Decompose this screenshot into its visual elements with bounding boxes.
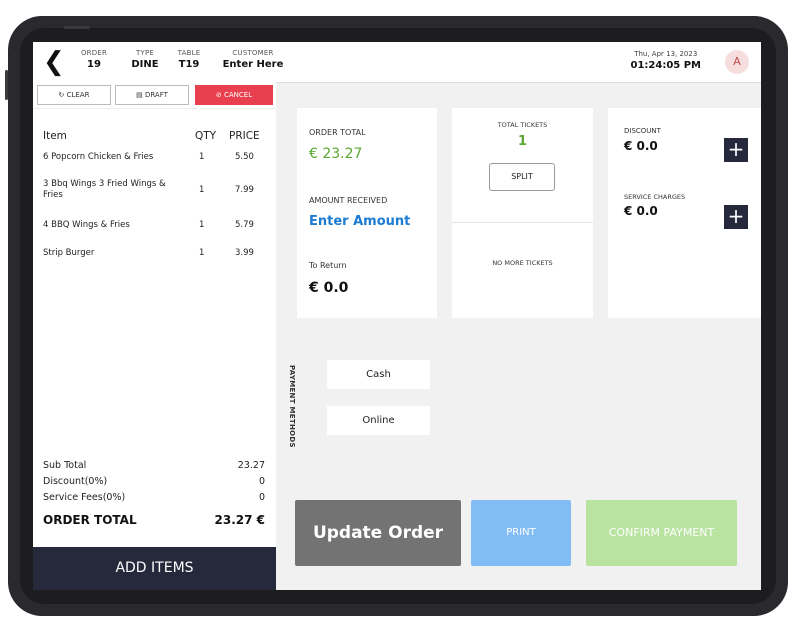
item-price: 3.99 <box>235 248 254 258</box>
online-button[interactable]: Online <box>327 406 430 435</box>
discount-label: Discount(0%) <box>43 476 108 487</box>
qty-column-header: QTY <box>195 130 217 142</box>
order-type: TYPE DINE <box>125 49 165 70</box>
total-tickets-count: 1 <box>517 134 528 149</box>
side-button <box>5 70 8 100</box>
discount-row: Discount(0%) 0 <box>43 476 265 487</box>
date-text: Thu, Apr 13, 2023 <box>634 50 698 58</box>
total-tickets-label: TOTAL TICKETS <box>497 121 548 129</box>
order-total-value: 23.27 € <box>214 513 265 527</box>
time-text: 01:24:05 PM <box>630 60 701 71</box>
item-price: 7.99 <box>235 185 254 195</box>
items-header: Item QTY PRICE <box>43 130 263 142</box>
service-fees-value: 0 <box>258 492 265 503</box>
cash-button[interactable]: Cash <box>327 360 430 389</box>
order-panel: ↻ CLEAR ▤ DRAFT ⊘ CANCEL Item QTY PRICE … <box>33 82 276 590</box>
table-label: TABLE <box>177 49 201 57</box>
back-arrow-icon[interactable]: ❮ <box>43 49 65 75</box>
datetime: Thu, Apr 13, 2023 01:24:05 PM <box>630 50 701 71</box>
refresh-icon: ↻ <box>58 91 65 99</box>
plus-icon: + <box>727 204 745 228</box>
draft-icon: ▤ <box>136 91 143 99</box>
plus-icon: + <box>727 137 745 161</box>
draft-label: DRAFT <box>144 91 168 99</box>
customer-field[interactable]: CUSTOMER Enter Here <box>221 49 285 70</box>
order-value: 19 <box>87 59 101 70</box>
order-total-row: ORDER TOTAL 23.27 € <box>43 513 265 527</box>
table-number: TABLE T19 <box>174 49 204 70</box>
payment-summary-card: ORDER TOTAL € 23.27 AMOUNT RECEIVED Ente… <box>297 108 437 318</box>
type-value: DINE <box>131 59 159 70</box>
item-name: 4 BBQ Wings & Fries <box>43 220 130 230</box>
service-fees-row: Service Fees(0%) 0 <box>43 492 265 503</box>
order-label: ORDER <box>80 49 108 57</box>
print-button[interactable]: PRINT <box>471 500 571 566</box>
add-items-button[interactable]: ADD ITEMS <box>33 547 276 590</box>
service-charges-value: € 0.0 <box>624 204 658 218</box>
type-label: TYPE <box>136 49 154 57</box>
subtotal-value: 23.27 <box>237 460 265 471</box>
payment-methods-label: PAYMENT METHODS <box>288 365 296 448</box>
table-value: T19 <box>178 59 200 70</box>
app-screen: ❮ ORDER 19 TYPE DINE TABLE T19 CUSTOMER … <box>33 42 761 590</box>
order-total-card-label: ORDER TOTAL <box>309 128 366 137</box>
item-qty: 1 <box>199 248 205 258</box>
item-name: Strip Burger <box>43 248 95 258</box>
customer-value[interactable]: Enter Here <box>221 59 285 70</box>
discount-card-label: DISCOUNT <box>624 127 661 135</box>
price-column-header: PRICE <box>229 130 260 142</box>
update-order-button[interactable]: Update Order <box>295 500 461 566</box>
amount-received-label: AMOUNT RECEIVED <box>309 196 388 205</box>
header-bar: ❮ ORDER 19 TYPE DINE TABLE T19 CUSTOMER … <box>33 42 761 83</box>
add-discount-button[interactable]: + <box>724 138 748 162</box>
amount-received-input[interactable]: Enter Amount <box>309 214 410 229</box>
cancel-button[interactable]: ⊘ CANCEL <box>195 85 273 105</box>
cancel-label: CANCEL <box>223 91 253 99</box>
clear-label: CLEAR <box>66 91 90 99</box>
item-price: 5.50 <box>235 152 254 162</box>
order-total-amount: € 23.27 <box>309 146 363 162</box>
to-return-label: To Return <box>309 261 347 270</box>
clear-button[interactable]: ↻ CLEAR <box>37 85 111 105</box>
hardware-buttons <box>64 14 124 48</box>
split-button[interactable]: SPLIT <box>489 163 555 191</box>
charges-card: DISCOUNT € 0.0 + SERVICE CHARGES € 0.0 + <box>608 108 761 318</box>
item-name: 6 Popcorn Chicken & Fries <box>43 152 154 162</box>
discount-value: 0 <box>258 476 265 487</box>
item-qty: 1 <box>199 185 205 195</box>
customer-label: CUSTOMER <box>232 49 274 57</box>
item-column-header: Item <box>43 130 67 142</box>
order-toolbar: ↻ CLEAR ▤ DRAFT ⊘ CANCEL <box>33 82 276 109</box>
tickets-divider <box>452 222 593 223</box>
service-charges-label: SERVICE CHARGES <box>624 193 686 201</box>
tickets-card: TOTAL TICKETS 1 SPLIT NO MORE TICKETS <box>452 108 593 318</box>
no-more-tickets-text: NO MORE TICKETS <box>492 259 553 267</box>
draft-button[interactable]: ▤ DRAFT <box>115 85 189 105</box>
order-total-label: ORDER TOTAL <box>43 513 137 527</box>
to-return-value: € 0.0 <box>309 280 349 296</box>
cancel-icon: ⊘ <box>215 91 222 99</box>
item-qty: 1 <box>199 220 205 230</box>
discount-card-value: € 0.0 <box>624 139 658 153</box>
item-price: 5.79 <box>235 220 254 230</box>
confirm-payment-button[interactable]: CONFIRM PAYMENT <box>586 500 737 566</box>
order-number: ORDER 19 <box>79 49 109 70</box>
add-service-charge-button[interactable]: + <box>724 205 748 229</box>
item-name: 3 Bbq Wings 3 Fried Wings & Fries <box>43 179 166 200</box>
service-fees-label: Service Fees(0%) <box>43 492 126 503</box>
avatar[interactable]: A <box>725 50 749 74</box>
item-qty: 1 <box>199 152 205 162</box>
subtotal-row: Sub Total 23.27 <box>43 460 265 471</box>
subtotal-label: Sub Total <box>43 460 87 471</box>
